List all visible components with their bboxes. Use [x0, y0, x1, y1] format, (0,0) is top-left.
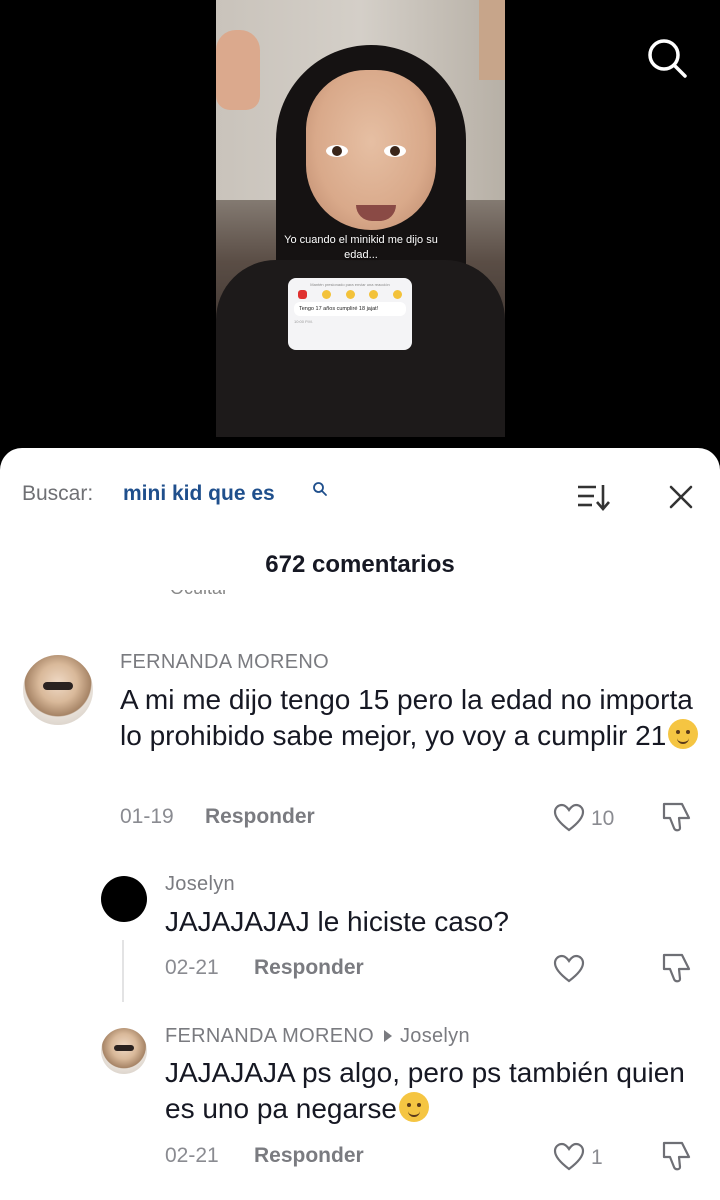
chat-screenshot-card: Mantén presionado para enviar una reacci… [288, 278, 412, 350]
comment-author-name[interactable]: FERNANDA MORENO [165, 1025, 374, 1047]
heart-icon[interactable] [553, 803, 585, 833]
reply-button[interactable]: Responder [254, 1144, 364, 1168]
search-icon[interactable] [645, 36, 689, 80]
comment-text-body: A mi me dijo tengo 15 pero la edad no im… [120, 684, 693, 751]
heart-icon[interactable] [553, 954, 585, 984]
video-player[interactable]: Yo cuando el minikid me dijo su edad... … [0, 0, 720, 460]
like-count: 10 [591, 807, 615, 830]
search-prefix: Buscar: [22, 482, 94, 505]
reaction-row [298, 290, 402, 299]
video-caption: Yo cuando el minikid me dijo su edad... [284, 234, 438, 261]
chat-time: 10:00 P.M. [294, 319, 313, 324]
avatar[interactable] [101, 876, 147, 922]
hidden-label: Ocultar [170, 590, 228, 599]
sort-icon[interactable] [576, 482, 610, 512]
comment-author[interactable]: FERNANDA MORENO [120, 651, 329, 674]
comments-sheet: Buscar: mini kid que es 672 comentarios … [0, 448, 720, 1200]
search-suggestion[interactable]: Buscar: mini kid que es [22, 482, 698, 512]
search-icon [313, 482, 327, 496]
comment-date: 02-21 [165, 1144, 219, 1167]
comment-date: 01-19 [120, 805, 174, 828]
like-count: 1 [591, 1146, 603, 1169]
heart-icon[interactable] [553, 1142, 585, 1172]
comments-count: 672 comentarios [265, 551, 455, 578]
comment-date: 02-21 [165, 956, 219, 979]
chat-message: Tengo 17 años cumpliré 18 jajat! [294, 302, 406, 316]
thread-line [122, 940, 124, 1002]
hidden-label-partial: Ocultar [170, 590, 260, 612]
reply-button[interactable]: Responder [205, 805, 315, 829]
chat-header: Mantén presionado para enviar una reacci… [310, 282, 390, 287]
reply-button[interactable]: Responder [254, 956, 364, 980]
thumbs-down-icon[interactable] [660, 1139, 694, 1173]
avatar[interactable] [23, 655, 93, 725]
emoji-icon [668, 719, 699, 749]
comment-text: JAJAJAJAJ le hiciste caso? [165, 906, 509, 937]
close-icon[interactable] [666, 482, 696, 512]
reply-arrow-icon [383, 1029, 392, 1042]
search-term-link[interactable]: mini kid que es [123, 482, 275, 506]
comment-author[interactable]: Joselyn [165, 873, 235, 896]
avatar[interactable] [101, 1028, 147, 1074]
reply-to-name[interactable]: Joselyn [400, 1025, 470, 1047]
comment-text: JAJAJAJA ps algo, pero ps también quien … [165, 1055, 695, 1127]
video-thumbnail: Yo cuando el minikid me dijo su edad... … [216, 0, 505, 437]
thumbs-down-icon[interactable] [660, 800, 694, 834]
comment-author: FERNANDA MORENO Joselyn [165, 1025, 470, 1048]
thumbs-down-icon[interactable] [660, 951, 694, 985]
comment-text: A mi me dijo tengo 15 pero la edad no im… [120, 682, 700, 754]
emoji-icon [398, 1092, 429, 1122]
